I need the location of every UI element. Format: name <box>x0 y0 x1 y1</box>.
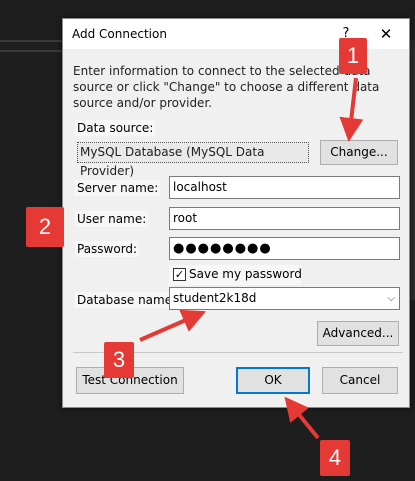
advanced-button[interactable]: Advanced... <box>317 321 399 346</box>
user-name-input[interactable]: root <box>169 207 400 230</box>
dialog-title: Add Connection <box>72 27 167 41</box>
background-line <box>0 50 64 52</box>
ok-button[interactable]: OK <box>236 367 310 394</box>
annotation-badge-1: 1 <box>339 38 367 74</box>
annotation-badge-4: 4 <box>320 440 350 476</box>
server-name-label: Server name: <box>75 180 161 196</box>
database-name-value: student2k18d <box>173 291 257 305</box>
database-name-combobox[interactable]: student2k18d ⌵ <box>169 287 400 310</box>
background-line <box>0 40 64 42</box>
close-icon[interactable]: ✕ <box>375 23 397 45</box>
server-name-input[interactable]: localhost <box>169 176 400 199</box>
screen: Add Connection ? ✕ Enter information to … <box>0 0 415 481</box>
chevron-down-icon[interactable]: ⌵ <box>387 288 395 309</box>
password-input[interactable]: ●●●●●●●● <box>169 237 400 260</box>
user-name-label: User name: <box>75 211 149 227</box>
database-name-label: Database name: <box>75 292 179 308</box>
change-button[interactable]: Change... <box>320 140 398 165</box>
save-password-checkbox[interactable]: ✓ <box>173 268 186 281</box>
annotation-badge-3: 3 <box>104 342 134 378</box>
arrow-4 <box>284 396 320 440</box>
password-label: Password: <box>75 241 140 257</box>
annotation-badge-2: 2 <box>26 207 64 247</box>
data-source-field: MySQL Database (MySQL Data Provider) <box>77 142 309 178</box>
cancel-button[interactable]: Cancel <box>322 367 398 394</box>
data-source-label: Data source: <box>75 120 156 136</box>
save-password-label: Save my password <box>189 267 302 281</box>
